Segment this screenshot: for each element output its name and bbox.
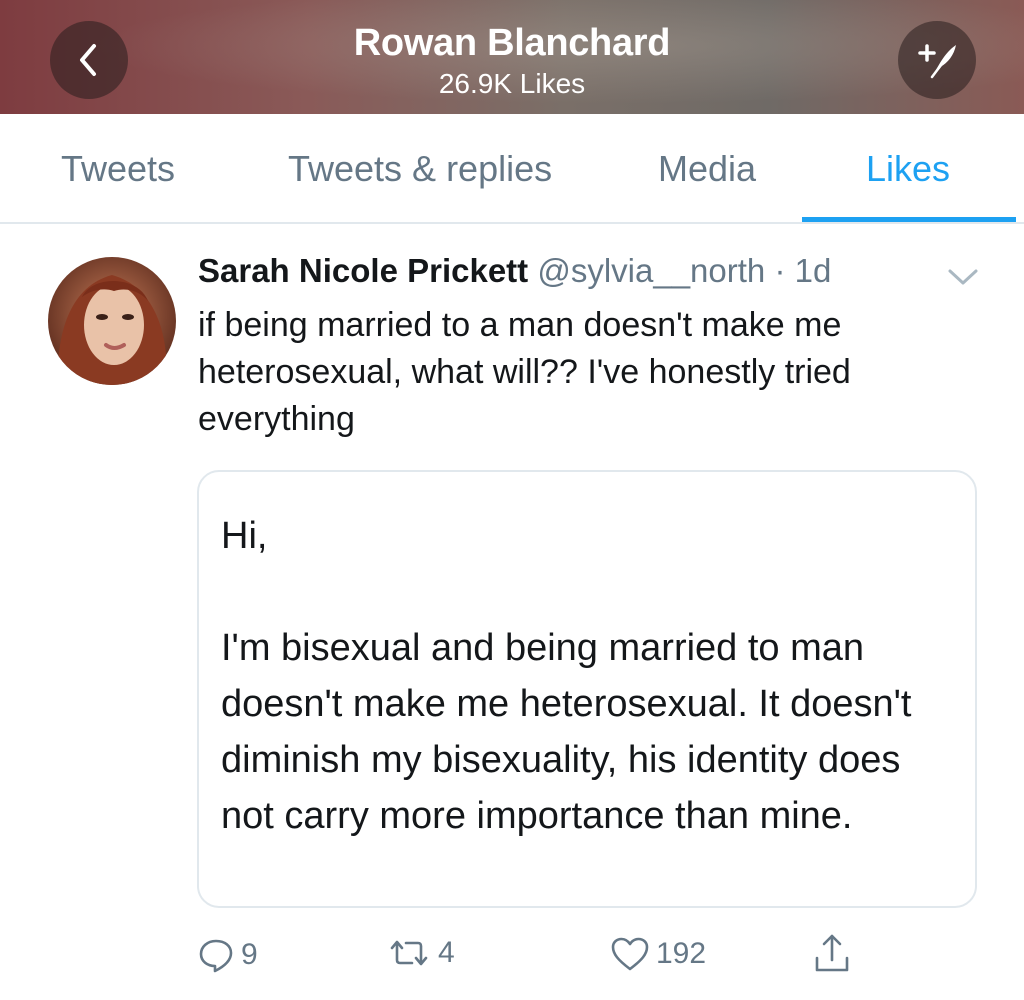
- reply-icon: [199, 939, 233, 973]
- card-body: I'm bisexual and being married to man do…: [221, 627, 912, 837]
- profile-tabs: Tweets Tweets & replies Media Likes: [0, 114, 1024, 224]
- page-title: Rowan Blanchard: [353, 22, 671, 64]
- avatar[interactable]: [48, 257, 176, 385]
- retweet-icon: [390, 940, 428, 966]
- share-icon: [815, 934, 849, 972]
- retweet-button[interactable]: 4: [386, 936, 455, 970]
- card-spacer: [221, 564, 961, 620]
- tweet-media-card[interactable]: Hi, I'm bisexual and being married to ma…: [197, 470, 977, 908]
- share-button[interactable]: [812, 932, 852, 974]
- active-tab-indicator: [802, 217, 1016, 222]
- reply-count: 9: [241, 938, 258, 971]
- tweet-timestamp[interactable]: 1d: [795, 252, 832, 289]
- compose-button[interactable]: [898, 21, 976, 99]
- retweet-count: 4: [438, 936, 455, 969]
- separator-dot: ·: [774, 252, 786, 289]
- reply-button[interactable]: 9: [197, 936, 258, 974]
- tab-tweets[interactable]: Tweets: [61, 148, 175, 190]
- like-button[interactable]: 192: [610, 936, 706, 972]
- tab-likes[interactable]: Likes: [866, 148, 950, 190]
- likes-count: 26.9K Likes: [438, 68, 586, 99]
- profile-header: Rowan Blanchard 26.9K Likes: [0, 0, 1024, 114]
- tweet-menu-button[interactable]: [946, 266, 980, 293]
- chevron-down-icon: [948, 269, 978, 285]
- author-handle[interactable]: @sylvia__north: [537, 252, 765, 289]
- tweet-header: Sarah Nicole Prickett @sylvia__north · 1…: [198, 252, 831, 290]
- author-name[interactable]: Sarah Nicole Prickett: [198, 252, 528, 289]
- like-count: 192: [656, 937, 707, 970]
- tab-tweets-replies[interactable]: Tweets & replies: [288, 148, 552, 190]
- tab-media[interactable]: Media: [658, 148, 756, 190]
- avatar-portrait-icon: [48, 257, 176, 385]
- compose-tweet-icon: [918, 44, 956, 79]
- card-greeting: Hi,: [221, 515, 268, 557]
- heart-icon: [611, 937, 649, 971]
- tweet-text: if being married to a man doesn't make m…: [198, 306, 851, 438]
- card-text: Hi, I'm bisexual and being married to ma…: [221, 508, 961, 844]
